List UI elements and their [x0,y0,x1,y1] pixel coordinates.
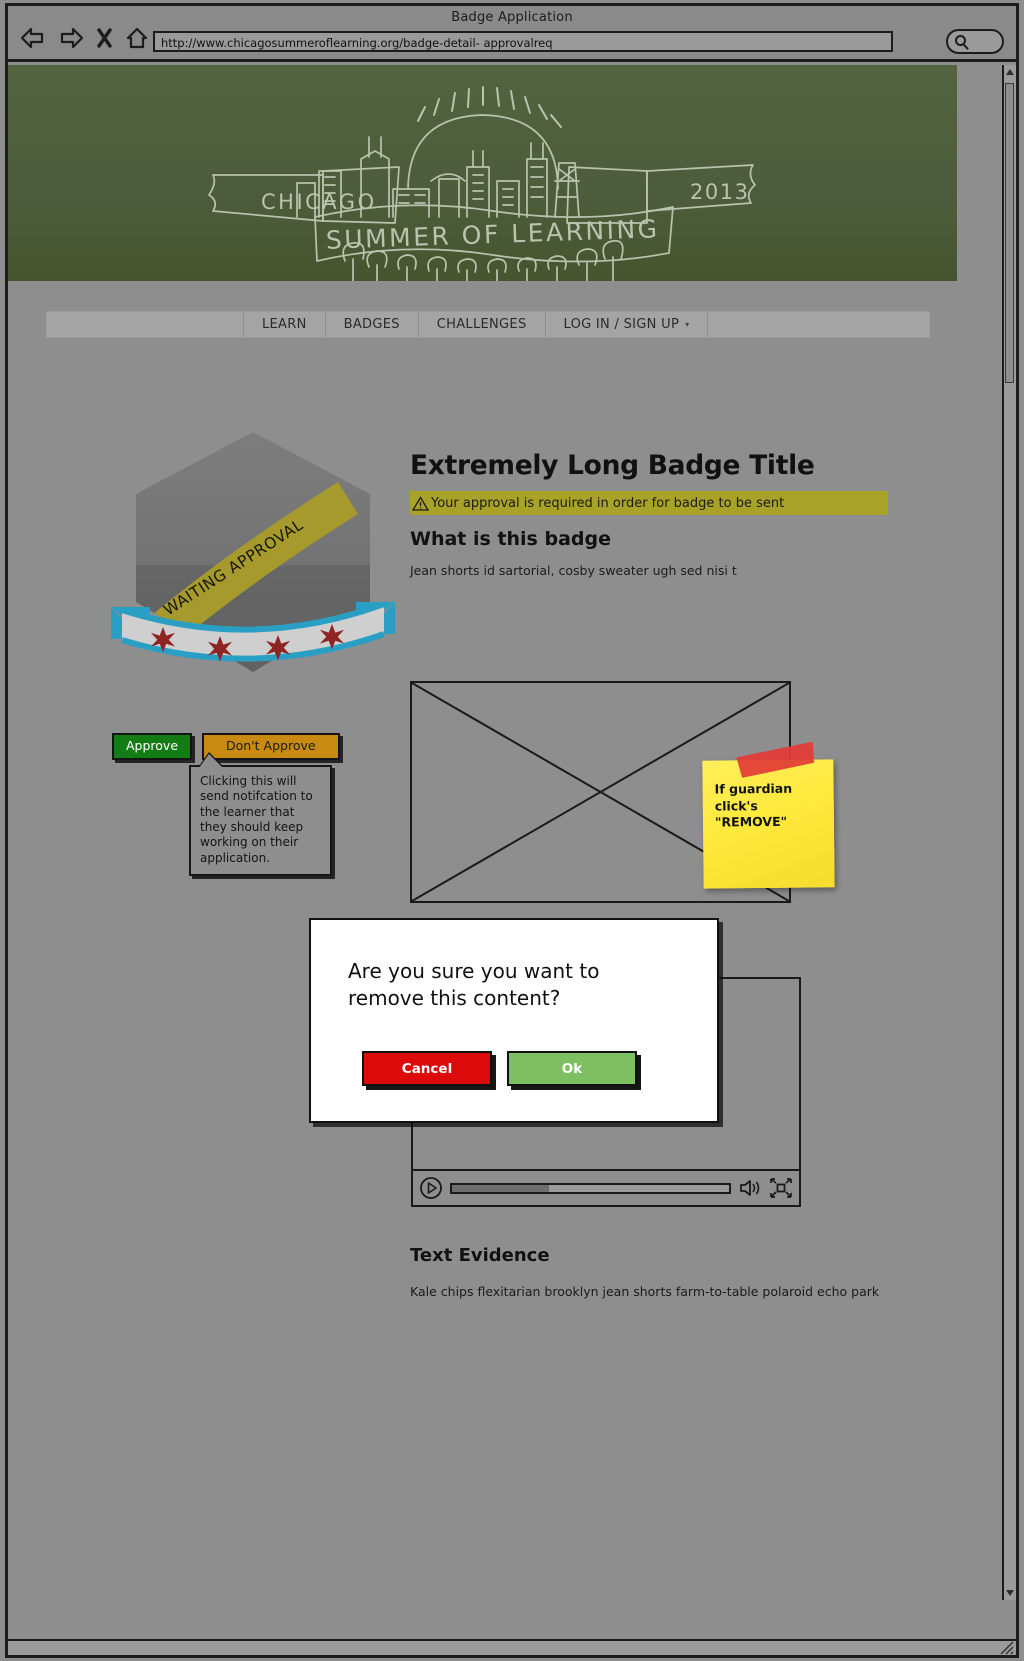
sticky-note-annotation: If guardian click's "REMOVE" [702,759,835,889]
window-resize-grip[interactable] [1000,1640,1014,1655]
nav-item-login-signup[interactable]: LOG IN / SIGN UP ▾ [544,312,709,337]
approval-action-buttons: Approve Don't Approve [112,733,340,760]
nav-item-badges-label: BADGES [343,317,400,332]
page-body: CHICAGO 2013 SUMMER OF LEARNING LEARN BA… [8,65,957,1600]
page-viewport: CHICAGO 2013 SUMMER OF LEARNING LEARN BA… [8,65,1016,1600]
nav-item-learn-label: LEARN [262,317,307,332]
dialog-buttons: Cancel Ok [362,1051,637,1086]
svg-text:SUMMER OF LEARNING: SUMMER OF LEARNING [325,214,660,255]
vertical-scrollbar[interactable] [1002,65,1016,1600]
badge-detail-column: Extremely Long Badge Title Your approval… [410,451,910,581]
dont-approve-tooltip-text: Clicking this will send notifcation to t… [200,774,313,865]
home-icon[interactable] [125,26,151,50]
badge-shield: WAITING APPROVAL [108,424,398,714]
dialog-message: Are you sure you want to remove this con… [348,959,600,1010]
site-banner: CHICAGO 2013 SUMMER OF LEARNING [8,65,957,281]
tooltip-tail [199,754,223,768]
nav-item-challenges-label: CHALLENGES [436,317,527,332]
volume-icon[interactable] [738,1177,762,1199]
play-icon[interactable] [419,1176,443,1200]
confirm-remove-dialog: Are you sure you want to remove this con… [309,918,719,1123]
forward-arrow-icon[interactable] [58,26,84,50]
ok-button[interactable]: Ok [507,1051,637,1086]
nav-item-badges[interactable]: BADGES [324,312,418,337]
chicago-summer-of-learning-logo: CHICAGO 2013 SUMMER OF LEARNING [207,86,756,281]
svg-text:CHICAGO: CHICAGO [261,190,377,214]
text-evidence-body: Kale chips flexitarian brooklyn jean sho… [410,1284,880,1299]
vertical-scrollbar-thumb[interactable] [1005,83,1014,383]
approval-warning-banner: Your approval is required in order for b… [410,491,888,516]
browser-titlebar: Badge Application http://www.chicagosumm… [8,6,1016,62]
close-x-icon[interactable] [96,26,113,50]
page-title: Extremely Long Badge Title [410,450,815,481]
badge-description: Jean shorts id sartorial, cosby sweater … [410,563,737,579]
section-heading-what-is-badge: What is this badge [410,528,611,551]
horizontal-scrollbar[interactable] [8,1639,1016,1655]
nav-item-learn[interactable]: LEARN [243,312,325,337]
warning-triangle-icon [411,495,430,511]
dont-approve-tooltip: Clicking this will send notifcation to t… [189,754,332,877]
main-navigation: LEARN BADGES CHALLENGES LOG IN / SIGN UP… [46,311,930,338]
svg-text:2013: 2013 [690,180,749,204]
browser-nav-icons [20,26,151,50]
video-progress-bar[interactable] [450,1182,731,1194]
fullscreen-icon[interactable] [769,1177,793,1199]
browser-window: Badge Application http://www.chicagosumm… [5,3,1019,1658]
approval-warning-text: Your approval is required in order for b… [431,495,785,511]
window-title: Badge Application [451,10,573,25]
nav-item-login-signup-label: LOG IN / SIGN UP [563,317,680,332]
nav-item-challenges[interactable]: CHALLENGES [417,312,545,337]
cancel-button[interactable]: Cancel [362,1051,492,1086]
search-icon [955,35,966,46]
section-heading-text-evidence: Text Evidence [410,1245,550,1266]
chevron-down-icon: ▾ [685,320,690,329]
search-input[interactable] [946,29,1004,54]
url-input[interactable]: http://www.chicagosummeroflearning.org/b… [153,31,893,52]
scroll-down-icon[interactable] [1005,1588,1015,1598]
sticky-note-text: If guardian click's "REMOVE" [714,780,793,830]
approve-button[interactable]: Approve [112,733,193,760]
video-controls [413,1169,799,1205]
scroll-up-icon[interactable] [1005,67,1015,77]
video-progress-fill [452,1184,549,1192]
back-arrow-icon[interactable] [20,26,46,50]
